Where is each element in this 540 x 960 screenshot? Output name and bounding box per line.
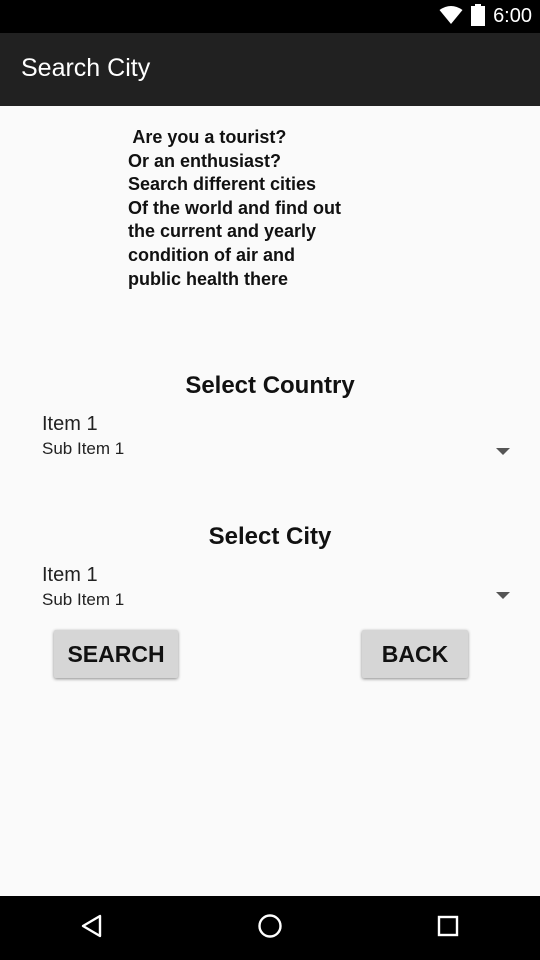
city-spinner-sub-item: Sub Item 1 [42,590,125,609]
select-city-label: Select City [208,523,332,550]
intro-line: Search different cities [128,174,317,195]
country-spinner-sub-item: Sub Item 1 [42,439,125,458]
intro-line: the current and yearly [128,221,317,242]
back-icon [80,914,104,942]
app-title: Search City [21,54,151,82]
main-content: Are you a tourist? Or an enthusiast? Sea… [0,106,540,896]
nav-back-button[interactable] [52,896,132,960]
city-spinner-item: Item 1 [42,564,98,586]
status-time: 6:00 [493,5,532,27]
intro-line: condition of air and [128,244,295,265]
search-button[interactable]: SEARCH [54,630,178,678]
recents-icon [437,915,459,941]
wifi-icon [439,5,463,29]
nav-home-button[interactable] [230,896,310,960]
select-country-label: Select Country [185,372,355,399]
intro-line: Or an enthusiast? [128,150,282,171]
nav-recents-button[interactable] [408,896,488,960]
intro-line: Are you a tourist? [128,127,287,147]
dropdown-arrow-icon [496,448,510,455]
intro-text: Are you a tourist? Or an enthusiast? Sea… [128,126,388,291]
home-icon [257,913,283,943]
navigation-bar [0,896,540,960]
back-button[interactable]: BACK [362,630,468,678]
dropdown-arrow-icon [496,592,510,599]
status-icons: 6:00 [439,0,532,33]
app-bar: Search City [0,33,540,106]
city-spinner[interactable]: Item 1 Sub Item 1 [0,564,540,614]
battery-icon [471,3,486,30]
intro-line: Of the world and find out [128,197,341,218]
country-spinner[interactable]: Item 1 Sub Item 1 [0,413,540,463]
status-bar: 6:00 [0,0,540,33]
intro-line: public health there [128,268,289,289]
country-spinner-item: Item 1 [42,413,98,435]
